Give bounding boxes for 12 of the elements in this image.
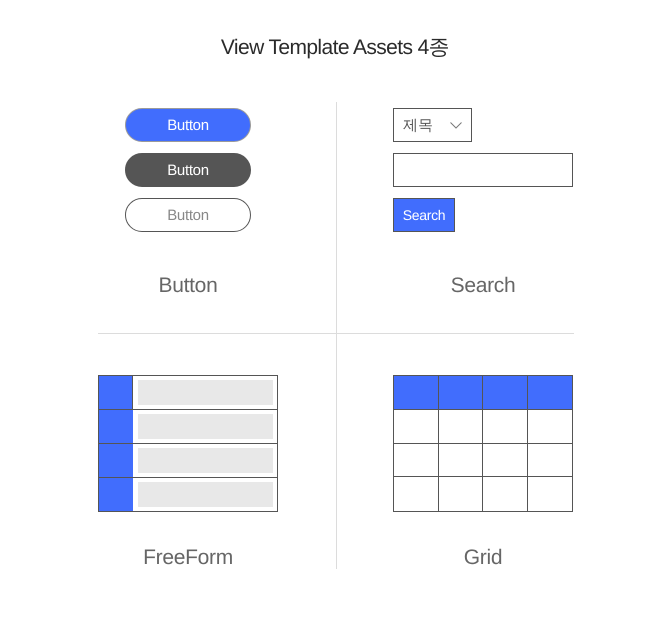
filled-button[interactable]: Button bbox=[125, 153, 251, 187]
panel-caption: Search bbox=[450, 274, 516, 298]
page-title: View Template Assets 4종 bbox=[220, 35, 450, 61]
search-button[interactable]: Search bbox=[393, 198, 455, 232]
chevron-down-icon bbox=[450, 122, 462, 128]
panel-caption: FreeForm bbox=[142, 547, 234, 569]
outline-button[interactable]: Button bbox=[125, 198, 251, 232]
panel-caption: Button bbox=[158, 274, 218, 298]
panel-caption: Grid bbox=[462, 547, 504, 569]
dropdown-select[interactable]: 제목 bbox=[393, 108, 472, 142]
filled-button[interactable]: Button bbox=[125, 108, 251, 142]
search-input[interactable] bbox=[393, 153, 573, 187]
